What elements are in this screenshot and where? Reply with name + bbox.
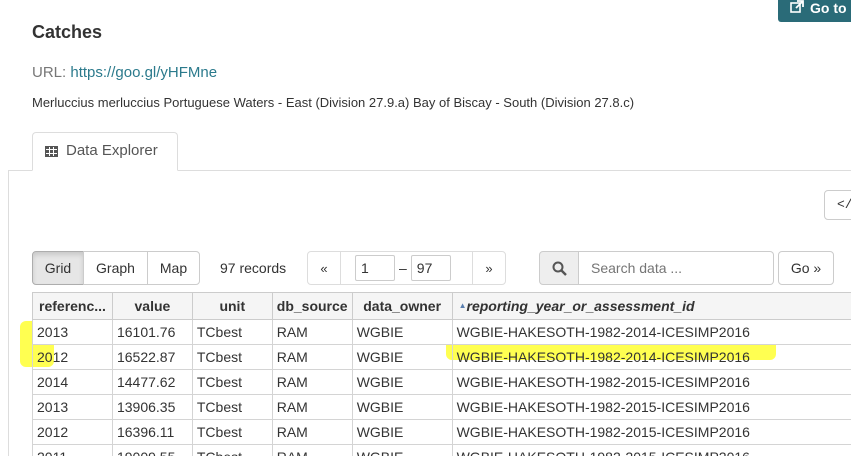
cell-data-owner: WGBIE bbox=[351, 419, 453, 445]
search-icon bbox=[539, 251, 579, 285]
table-row[interactable]: 2012 16522.87 TCbest RAM WGBIE WGBIE-HAKESOTH… bbox=[32, 344, 851, 370]
cell-data-owner: WGBIE bbox=[351, 369, 453, 395]
table-row[interactable]: 2014 14477.62 TCbest RAM WGBIE WGBIE-HAKESOTH… bbox=[32, 369, 851, 395]
cell-unit: TCbest bbox=[191, 344, 273, 370]
external-link-icon bbox=[790, 0, 804, 14]
url-label: URL: bbox=[32, 64, 67, 81]
column-header-reporting-year[interactable]: ▲reporting_year_or_assessment_id bbox=[451, 292, 851, 320]
cell-db-source: RAM bbox=[271, 319, 353, 345]
table-icon bbox=[45, 146, 58, 157]
table-row[interactable]: 2012 16396.11 TCbest RAM WGBIE WGBIE-HAKESOTH… bbox=[32, 419, 851, 445]
cell-data-owner: WGBIE bbox=[351, 344, 453, 370]
column-header-reference[interactable]: referenc... bbox=[32, 292, 113, 320]
pager: « – » bbox=[307, 251, 506, 285]
view-toggle: Grid Graph Map bbox=[32, 251, 200, 285]
column-header-value[interactable]: value bbox=[111, 292, 193, 320]
cell-db-source: RAM bbox=[271, 419, 353, 445]
cell-reference: 2013 bbox=[32, 394, 113, 420]
url-line: URL: https://goo.gl/yHFMne bbox=[32, 64, 217, 81]
cell-db-source: RAM bbox=[271, 369, 353, 395]
dataset-description: Merluccius merluccius Portuguese Waters … bbox=[32, 95, 635, 110]
cell-reference: 2012 bbox=[32, 344, 113, 370]
range-dash: – bbox=[399, 260, 407, 276]
cell-reference: 2011 bbox=[32, 444, 113, 456]
cell-reporting-id: WGBIE-HAKESOTH-1982-2015-ICESIMP2016 bbox=[451, 394, 851, 420]
cell-data-owner: WGBIE bbox=[351, 394, 453, 420]
table-row[interactable]: 2013 16101.76 TCbest RAM WGBIE WGBIE-HAKESOTH… bbox=[32, 319, 851, 345]
go-to-button[interactable]: Go to bbox=[778, 0, 851, 22]
cell-reporting-id: WGBIE-HAKESOTH-1982-2014-ICESIMP2016 bbox=[451, 319, 851, 345]
page-to-input[interactable] bbox=[410, 255, 451, 281]
search-go-button[interactable]: Go » bbox=[778, 251, 834, 285]
cell-reference: 2013 bbox=[32, 319, 113, 345]
column-header-label: reporting_year_or_assessment_id bbox=[466, 298, 695, 314]
cell-db-source: RAM bbox=[271, 444, 353, 456]
cell-unit: TCbest bbox=[191, 319, 273, 345]
cell-value: 16522.87 bbox=[111, 344, 193, 370]
tab-label: Data Explorer bbox=[66, 142, 158, 159]
next-page-button[interactable]: » bbox=[472, 251, 506, 285]
cell-data-owner: WGBIE bbox=[351, 444, 453, 456]
cell-value: 16396.11 bbox=[111, 419, 193, 445]
cell-db-source: RAM bbox=[271, 344, 353, 370]
cell-value: 14477.62 bbox=[111, 369, 193, 395]
graph-view-button[interactable]: Graph bbox=[83, 251, 148, 285]
cell-db-source: RAM bbox=[271, 394, 353, 420]
embed-button[interactable]: </> bbox=[824, 190, 851, 220]
cell-reference: 2012 bbox=[32, 419, 113, 445]
cell-value: 16101.76 bbox=[111, 319, 193, 345]
grid-header-row: referenc... value unit db_source data_ow… bbox=[32, 292, 851, 320]
cell-reporting-id: WGBIE-HAKESOTH-1982-2015-ICESIMP2016 bbox=[451, 444, 851, 456]
cell-unit: TCbest bbox=[191, 444, 273, 456]
map-view-button[interactable]: Map bbox=[147, 251, 200, 285]
previous-page-button[interactable]: « bbox=[307, 251, 341, 285]
page-from-input[interactable] bbox=[355, 255, 395, 281]
page-range: – bbox=[341, 251, 472, 285]
cell-reporting-id: WGBIE-HAKESOTH-1982-2014-ICESIMP2016 bbox=[451, 344, 851, 370]
page-title: Catches bbox=[32, 22, 103, 42]
data-grid: referenc... value unit db_source data_ow… bbox=[32, 292, 851, 456]
table-row[interactable]: 201119009.55TCbestRAMWGBIEWGBIE-HAKESOTH… bbox=[32, 444, 851, 456]
cell-reporting-id: WGBIE-HAKESOTH-1982-2015-ICESIMP2016 bbox=[451, 369, 851, 395]
cell-value: 13906.35 bbox=[111, 394, 193, 420]
grid-view-button[interactable]: Grid bbox=[32, 251, 84, 285]
cell-value: 19009.55 bbox=[111, 444, 193, 456]
column-header-data-owner[interactable]: data_owner bbox=[351, 292, 453, 320]
panel-border bbox=[8, 170, 9, 456]
cell-unit: TCbest bbox=[191, 369, 273, 395]
record-count: 97 records bbox=[220, 260, 287, 276]
tab-data-explorer[interactable]: Data Explorer bbox=[32, 132, 178, 171]
column-header-unit[interactable]: unit bbox=[191, 292, 273, 320]
cell-unit: TCbest bbox=[191, 394, 273, 420]
sort-ascending-icon: ▲ bbox=[458, 301, 467, 310]
column-header-db-source[interactable]: db_source bbox=[271, 292, 353, 320]
cell-data-owner: WGBIE bbox=[351, 319, 453, 345]
cell-reporting-id: WGBIE-HAKESOTH-1982-2015-ICESIMP2016 bbox=[451, 419, 851, 445]
cell-reference: 2014 bbox=[32, 369, 113, 395]
search-group bbox=[539, 251, 774, 285]
cell-unit: TCbest bbox=[191, 419, 273, 445]
table-row[interactable]: 2013 13906.35 TCbest RAM WGBIE WGBIE-HAKESOTH… bbox=[32, 394, 851, 420]
url-link[interactable]: https://goo.gl/yHFMne bbox=[70, 64, 217, 81]
search-input[interactable] bbox=[579, 251, 774, 285]
go-to-label: Go to bbox=[810, 0, 847, 16]
